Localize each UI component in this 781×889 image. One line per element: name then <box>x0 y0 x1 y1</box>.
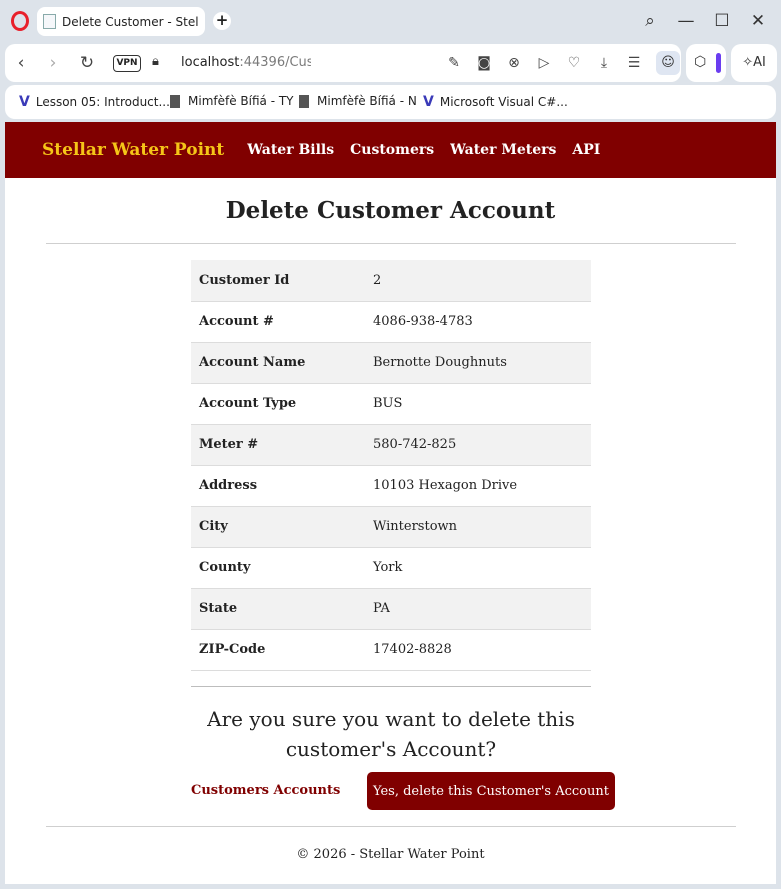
profile-icon[interactable]: ☺ <box>656 51 680 75</box>
table-row: Account Type BUS <box>191 383 591 425</box>
heart-icon[interactable]: ♡ <box>565 54 583 72</box>
download-icon[interactable]: ⤓ <box>595 54 613 72</box>
tab-title: Delete Customer - Stellar W <box>62 14 198 29</box>
opera-logo-icon[interactable] <box>11 11 29 31</box>
title-divider <box>46 243 736 244</box>
table-row: Address 10103 Hexagon Drive <box>191 465 591 507</box>
edit-icon[interactable]: ✎ <box>445 54 463 72</box>
nav-link-water-meters[interactable]: Water Meters <box>450 142 556 158</box>
detail-value: Bernotte Doughnuts <box>365 342 591 384</box>
bookmark-item[interactable]: Mimfèfè Bífiá - TY <box>170 94 294 108</box>
detail-label: Account Name <box>191 342 365 384</box>
page-footer: © 2026 - Stellar Water Point <box>296 847 485 862</box>
site-navbar: Stellar Water Point Water Bills Customer… <box>5 122 776 178</box>
bookmark-label: Microsoft Visual C#... <box>439 95 568 109</box>
detail-label: State <box>191 588 365 630</box>
detail-value: PA <box>365 588 591 630</box>
bookmark-label: Mimfèfè Bífiá - TY <box>188 94 294 108</box>
document-icon <box>170 94 180 108</box>
detail-value: 10103 Hexagon Drive <box>365 465 591 507</box>
reload-button[interactable]: ↻ <box>77 53 97 73</box>
address-bar: ‹ › ↻ VPN 🔒︎ localhost:44396/Custo ✎ ◙ ⊗… <box>5 44 681 82</box>
detail-label: Meter # <box>191 424 365 466</box>
bookmark-label: Mimfèfè Bífiá - N <box>317 94 417 108</box>
shield-icon[interactable]: ⊗ <box>505 54 523 72</box>
minimize-button[interactable]: — <box>675 10 697 32</box>
bookmarks-panel: V Lesson 05: Introduct... Mimfèfè Bífiá … <box>5 85 776 119</box>
page-viewport: Stellar Water Point Water Bills Customer… <box>5 122 776 884</box>
nav-link-api[interactable]: API <box>572 142 600 158</box>
extension-cube-icon[interactable]: ⬡ <box>694 54 706 70</box>
maximize-button[interactable]: ☐ <box>711 10 733 32</box>
vpn-badge[interactable]: VPN <box>113 55 141 72</box>
table-row: Customer Id 2 <box>191 260 591 302</box>
lock-icon[interactable]: 🔒︎ <box>152 54 159 69</box>
tab-search-icon[interactable]: ⌕ <box>639 10 661 32</box>
table-row: Account Name Bernotte Doughnuts <box>191 342 591 384</box>
detail-label: City <box>191 506 365 548</box>
site-brand-link[interactable]: Stellar Water Point <box>42 140 224 160</box>
forward-button[interactable]: › <box>43 53 63 73</box>
url-host: localhost <box>181 55 240 70</box>
browser-tab-strip: Delete Customer - Stellar W + ⌕ — ☐ ✕ <box>0 0 781 42</box>
new-tab-button[interactable]: + <box>213 12 231 30</box>
nav-link-customers[interactable]: Customers <box>350 142 434 158</box>
bookmark-label: Lesson 05: Introduct... <box>35 95 170 109</box>
bookmarks-bar: V Lesson 05: Introduct... Mimfèfè Bífiá … <box>0 84 781 120</box>
bookmark-item[interactable]: Mimfèfè Bífiá - N <box>299 94 417 108</box>
browser-tab[interactable]: Delete Customer - Stellar W <box>37 7 205 36</box>
table-row: State PA <box>191 588 591 630</box>
table-row: ZIP-Code 17402-8828 <box>191 629 591 671</box>
detail-value: 4086-938-4783 <box>365 301 591 343</box>
camera-icon[interactable]: ◙ <box>475 54 493 72</box>
detail-label: Customer Id <box>191 260 365 302</box>
customer-details-table: Customer Id 2 Account #4086-938-4783 Acco… <box>191 260 591 671</box>
detail-value: BUS <box>365 383 591 425</box>
url-field[interactable]: localhost:44396/Custo <box>181 55 311 70</box>
detail-value: 580-742-825 <box>365 424 591 466</box>
url-path: :44396/Custo <box>239 55 311 70</box>
bookmark-item[interactable]: V Lesson 05: Introduct... <box>19 94 170 110</box>
table-row: City Winterstown <box>191 506 591 548</box>
close-window-button[interactable]: ✕ <box>747 10 769 32</box>
ai-button[interactable]: ✧AI <box>731 44 777 82</box>
detail-value: Winterstown <box>365 506 591 548</box>
detail-label: Account # <box>191 301 365 343</box>
bookmark-item[interactable]: V Microsoft Visual C#... <box>423 94 568 110</box>
detail-label: Account Type <box>191 383 365 425</box>
page-title: Delete Customer Account <box>225 197 556 224</box>
visual-studio-icon: V <box>19 94 30 110</box>
detail-value: 2 <box>365 260 591 302</box>
settings-icon[interactable]: ☰ <box>625 54 643 72</box>
detail-label: Address <box>191 465 365 507</box>
extensions-area: ⬡ <box>686 44 726 82</box>
document-icon <box>299 94 309 108</box>
table-row: County York <box>191 547 591 589</box>
detail-label: County <box>191 547 365 589</box>
table-row: Meter #580-742-825 <box>191 424 591 466</box>
detail-value: 17402-8828 <box>365 629 591 671</box>
detail-label: ZIP-Code <box>191 629 365 671</box>
detail-value: York <box>365 547 591 589</box>
customers-accounts-link[interactable]: Customers Accounts <box>191 783 340 798</box>
nav-link-water-bills[interactable]: Water Bills <box>247 142 334 158</box>
details-divider <box>191 686 591 687</box>
table-row: Account #4086-938-4783 <box>191 301 591 343</box>
sidebar-indicator[interactable] <box>716 53 721 73</box>
visual-studio-icon: V <box>423 94 434 110</box>
page-favicon-icon <box>43 14 56 29</box>
delete-confirmation-text: Are you sure you want to delete this cus… <box>207 707 575 761</box>
back-button[interactable]: ‹ <box>11 53 31 73</box>
delete-account-button[interactable]: Yes, delete this Customer's Account <box>367 772 615 810</box>
browser-toolbar: ‹ › ↻ VPN 🔒︎ localhost:44396/Custo ✎ ◙ ⊗… <box>0 42 781 84</box>
send-icon[interactable]: ▷ <box>535 54 553 72</box>
footer-divider <box>46 826 736 827</box>
